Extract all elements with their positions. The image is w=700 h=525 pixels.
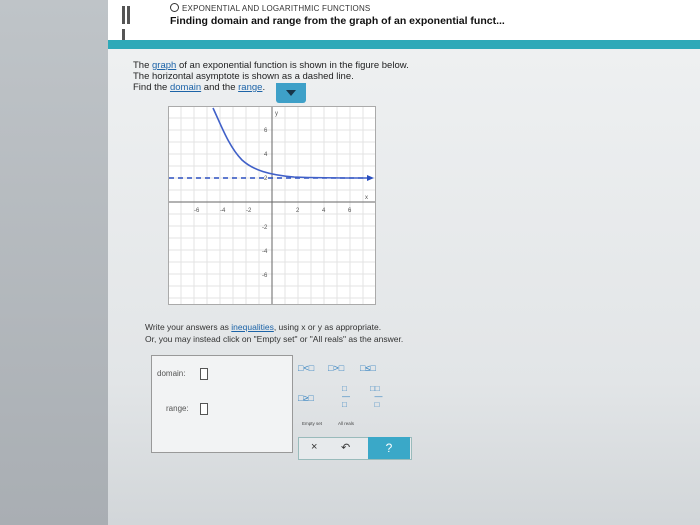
page-title: Finding domain and range from the graph …: [170, 15, 505, 27]
y-tick-label: -4: [262, 249, 268, 255]
topic-text: EXPONENTIAL AND LOGARITHMIC FUNCTIONS: [182, 4, 371, 13]
asymptote-arrow-icon: [367, 175, 374, 181]
y-tick-label: 2: [264, 176, 268, 182]
less-or-equal-symbol: ≤: [365, 363, 371, 373]
left-background: [0, 0, 108, 525]
range-label: range:: [166, 404, 189, 413]
range-link[interactable]: range: [238, 82, 262, 93]
instructions-line-2: Or, you may instead click on "Empty set"…: [145, 334, 404, 344]
x-tick-label: 2: [296, 208, 300, 214]
answer-instructions: Write your answers as inequalities, usin…: [145, 321, 403, 345]
all-reals-button[interactable]: All reals: [338, 421, 354, 426]
answer-box: domain: range:: [151, 355, 293, 453]
empty-set-button[interactable]: Empty set: [302, 421, 322, 426]
less-or-equal-button[interactable]: □≤□: [360, 363, 376, 373]
problem-prompt: The graph of an exponential function is …: [133, 60, 409, 93]
undo-button[interactable]: ↶: [341, 441, 350, 454]
prompt-text: and the: [201, 82, 239, 93]
prompt-line-1: The graph of an exponential function is …: [133, 60, 409, 71]
x-tick-label: -6: [194, 208, 200, 214]
instructions-text: Write your answers as: [145, 322, 232, 332]
greater-or-equal-symbol: ≥: [303, 393, 309, 403]
fraction-button[interactable]: □ — □: [342, 385, 350, 409]
graph-link[interactable]: graph: [152, 60, 176, 71]
teal-divider: [108, 40, 700, 49]
greater-or-equal-button[interactable]: □≥□: [298, 393, 314, 403]
x-axis-label: x: [365, 195, 368, 201]
y-tick-label: -2: [262, 225, 268, 231]
domain-input[interactable]: [200, 368, 208, 380]
less-than-button[interactable]: □<□: [298, 363, 314, 373]
inequalities-link[interactable]: inequalities: [231, 322, 274, 332]
prompt-text: Find the: [133, 82, 170, 93]
x-tick-label: 4: [322, 208, 326, 214]
greater-than-button[interactable]: □>□: [328, 363, 344, 373]
y-axis-label: y: [275, 111, 278, 117]
help-button[interactable]: ?: [368, 437, 410, 459]
y-tick-label: 6: [264, 128, 268, 134]
greater-than-symbol: >: [333, 363, 339, 373]
y-tick-label: 4: [264, 152, 268, 158]
exponential-graph: -6 -4 -2 2 4 6 6 4 2 -2 -4 -6 x y: [169, 107, 375, 304]
domain-link[interactable]: domain: [170, 82, 201, 93]
mixed-number-button[interactable]: □□ — □: [370, 385, 382, 409]
prompt-text: The: [133, 60, 153, 71]
y-tick-label: -6: [262, 273, 268, 279]
less-than-symbol: <: [303, 363, 309, 373]
topic-heading: EXPONENTIAL AND LOGARITHMIC FUNCTIONS: [170, 3, 370, 13]
prompt-text: .: [262, 82, 266, 93]
prompt-text: of an exponential function is shown in t…: [176, 60, 409, 71]
x-tick-label: 6: [348, 208, 352, 214]
prompt-line-3: Find the domain and the range.: [133, 82, 409, 93]
prompt-line-2: The horizontal asymptote is shown as a d…: [133, 71, 354, 82]
instructions-text: , using x or y as appropriate.: [273, 322, 382, 332]
menu-icon[interactable]: [122, 6, 136, 47]
x-tick-label: -4: [220, 208, 226, 214]
range-input[interactable]: [200, 403, 208, 415]
instructions-line-1: Write your answers as inequalities, usin…: [145, 321, 403, 333]
domain-label: domain:: [157, 369, 186, 378]
x-tick-label: -2: [246, 208, 252, 214]
graph-panel: -6 -4 -2 2 4 6 6 4 2 -2 -4 -6 x y: [168, 106, 376, 305]
topic-circle-icon: [170, 3, 179, 12]
clear-button[interactable]: ×: [311, 441, 317, 453]
